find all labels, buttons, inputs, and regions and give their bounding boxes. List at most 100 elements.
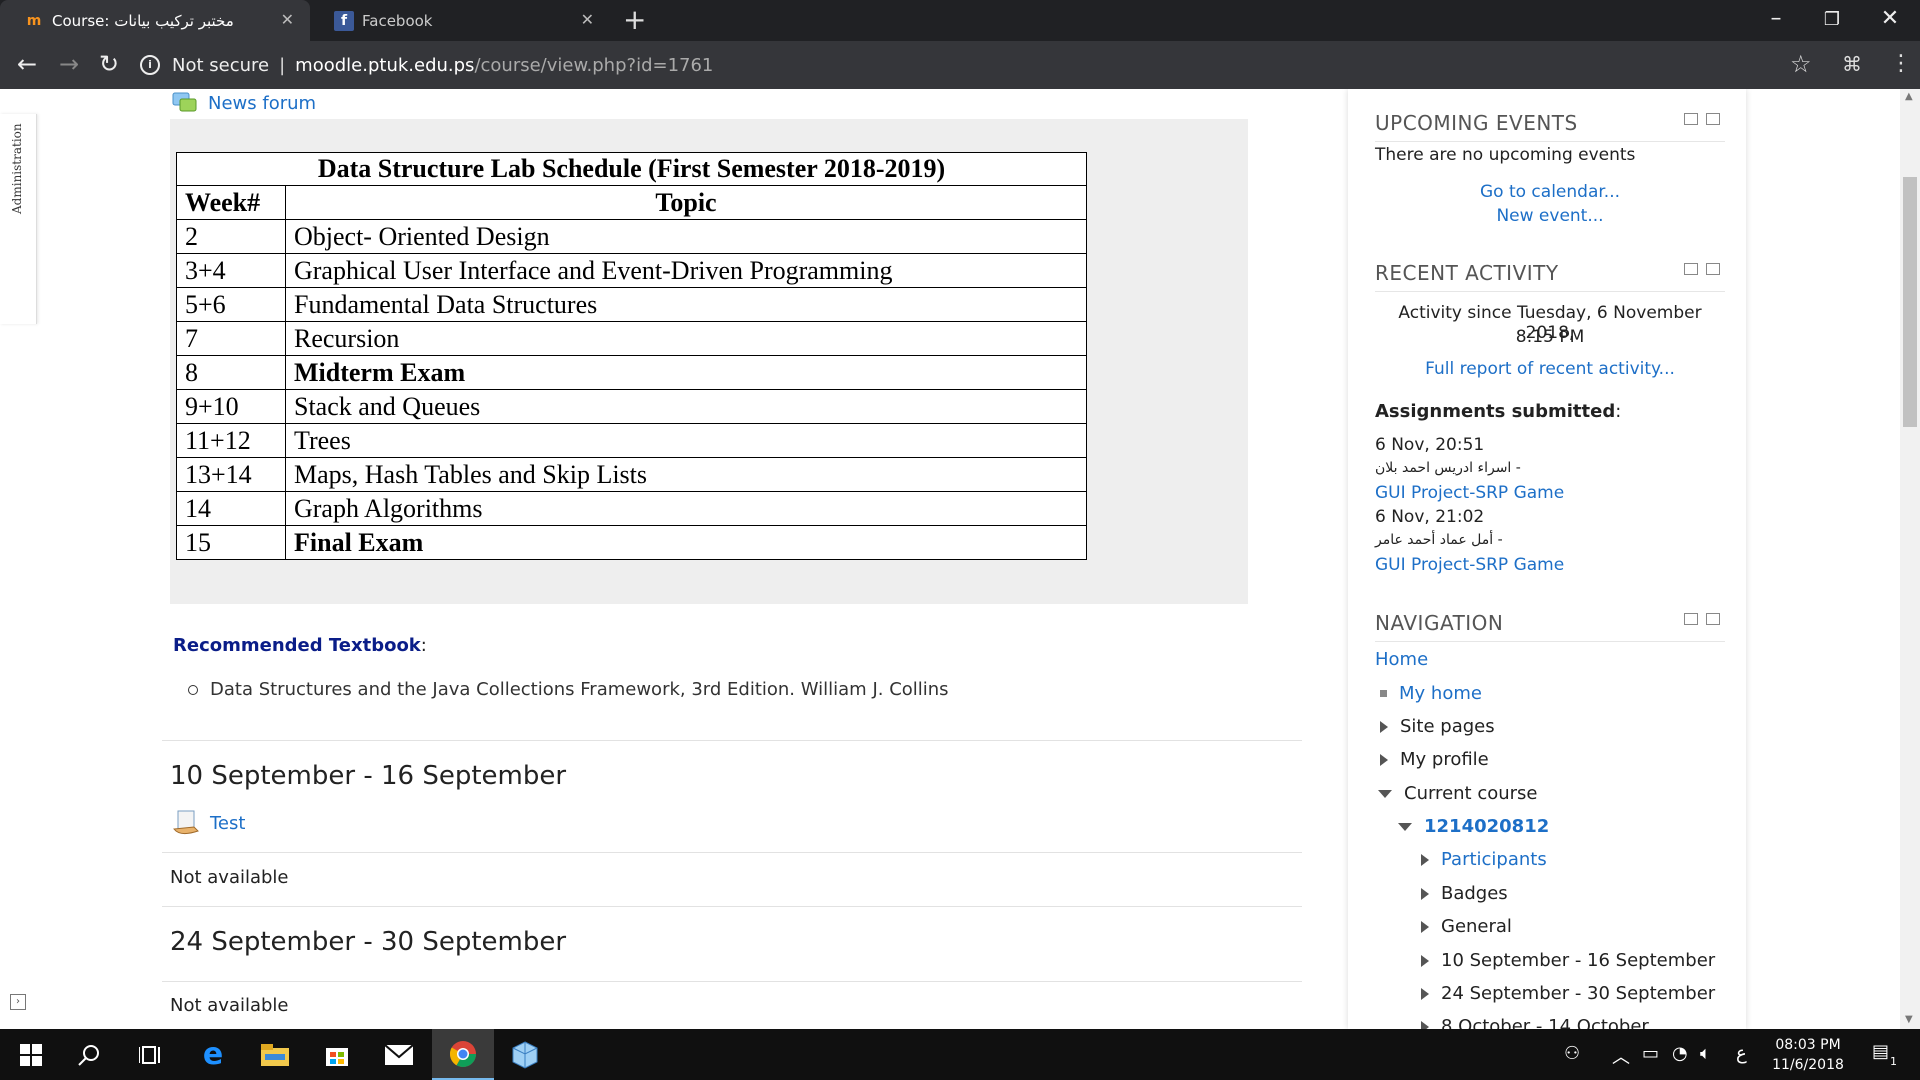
nav-participants-label[interactable]: Participants (1441, 849, 1547, 870)
administration-dock-tab[interactable]: Administration (0, 114, 37, 324)
full-report-link[interactable]: Full report of recent activity... (1375, 359, 1725, 379)
test-activity-link[interactable]: Test (172, 809, 245, 837)
expand-arrow-icon[interactable] (1421, 853, 1429, 866)
show-hidden-icons-icon[interactable]: ︿ (1612, 1043, 1630, 1069)
new-tab-button[interactable]: + (623, 6, 646, 34)
table-row: 3+4 Graphical User Interface and Event-Dr… (176, 253, 1087, 288)
tab-moodle-course[interactable]: m Course: مختبر تركيب بيانات ✕ (0, 0, 310, 41)
action-center-icon[interactable]: ▤ (1872, 1041, 1889, 1062)
test-label[interactable]: Test (210, 813, 245, 834)
wifi-icon[interactable]: ◔ (1672, 1043, 1688, 1064)
nav-site-pages[interactable]: Site pages (1380, 716, 1495, 737)
block-divider (1375, 291, 1725, 292)
dock-block-icon[interactable] (1706, 113, 1720, 125)
close-window-button[interactable]: ✕ (1870, 6, 1910, 31)
volume-icon[interactable]: 🔈︎ (1700, 1043, 1711, 1064)
new-event-link[interactable]: New event... (1375, 206, 1725, 226)
file-explorer-icon[interactable] (244, 1029, 306, 1080)
system-clock[interactable]: 08:03 PM 11/6/2018 (1758, 1035, 1858, 1075)
scroll-up-arrow-icon[interactable]: ▲ (1905, 91, 1913, 102)
topic-cell: Final Exam (285, 525, 1087, 560)
news-forum-link[interactable]: News forum (172, 91, 316, 115)
tab-facebook[interactable]: f Facebook ✕ (310, 0, 610, 41)
edge-browser-icon[interactable]: e (182, 1029, 244, 1080)
nav-course-code[interactable]: 1214020812 (1398, 816, 1549, 837)
mail-icon[interactable] (368, 1029, 430, 1080)
dock-expand-icon[interactable]: › (10, 994, 26, 1010)
menu-dots-icon[interactable]: ⋮ (1890, 51, 1912, 76)
virtualbox-icon[interactable] (494, 1029, 556, 1080)
collapse-arrow-icon[interactable] (1398, 822, 1412, 831)
nav-my-home-label[interactable]: My home (1399, 683, 1482, 704)
tab-title: Course: مختبر تركيب بيانات (52, 11, 234, 30)
topic-cell: Fundamental Data Structures (285, 287, 1087, 322)
chrome-icon[interactable] (432, 1029, 494, 1080)
scrollbar-thumb[interactable] (1903, 177, 1917, 427)
input-language[interactable]: ع (1736, 1043, 1747, 1064)
nav-current-course[interactable]: Current course (1378, 783, 1538, 804)
expand-arrow-icon[interactable] (1421, 987, 1429, 1000)
collapse-block-icon[interactable] (1684, 263, 1698, 275)
topic-cell: Recursion (285, 321, 1087, 356)
expand-arrow-icon[interactable] (1421, 920, 1429, 933)
collapse-block-icon[interactable] (1684, 613, 1698, 625)
facebook-favicon-icon: f (334, 10, 354, 31)
dock-block-icon[interactable] (1706, 263, 1720, 275)
collapse-arrow-icon[interactable] (1378, 789, 1392, 798)
activity-assignment-link[interactable]: GUI Project-SRP Game (1375, 555, 1564, 575)
battery-icon[interactable]: ▭ (1642, 1043, 1659, 1064)
table-row: 2 Object- Oriented Design (176, 219, 1087, 254)
nav-week-2[interactable]: 24 September - 30 September (1421, 983, 1715, 1004)
scroll-down-arrow-icon[interactable]: ▼ (1905, 1014, 1913, 1025)
activity-student-name: أمل عماد أحمد عامر - (1375, 532, 1503, 548)
go-to-calendar-link[interactable]: Go to calendar... (1375, 182, 1725, 202)
nav-badges[interactable]: Badges (1421, 883, 1508, 904)
people-icon[interactable]: ⚇ (1564, 1043, 1580, 1064)
collapse-block-icon[interactable] (1684, 113, 1698, 125)
nav-general[interactable]: General (1421, 916, 1512, 937)
close-tab-icon[interactable]: ✕ (581, 10, 594, 29)
nav-current-course-label: Current course (1404, 783, 1538, 804)
nav-week-3-label: 8 October - 14 October (1441, 1016, 1649, 1029)
minimize-window-button[interactable]: – (1756, 6, 1796, 31)
nav-home-link[interactable]: Home (1375, 649, 1428, 670)
close-tab-icon[interactable]: ✕ (281, 10, 294, 29)
expand-arrow-icon[interactable] (1421, 954, 1429, 967)
availability-note: Not available (170, 995, 289, 1016)
info-icon[interactable]: i (140, 55, 160, 75)
task-view-icon[interactable] (120, 1029, 182, 1080)
extension-icon[interactable]: ⌘ (1842, 52, 1862, 76)
start-windows-icon[interactable] (0, 1029, 62, 1080)
page-viewport: Administration › News forum Data Structu… (0, 89, 1920, 1029)
expand-arrow-icon[interactable] (1421, 1020, 1429, 1029)
activity-since-time: 8:15 PM (1515, 327, 1585, 347)
assignments-submitted-heading: Assignments submitted: (1375, 401, 1622, 422)
dock-block-icon[interactable] (1706, 613, 1720, 625)
nav-my-home[interactable]: My home (1380, 683, 1482, 704)
news-forum-label[interactable]: News forum (208, 93, 316, 114)
nav-course-code-label[interactable]: 1214020812 (1424, 816, 1549, 837)
section-title: 10 September - 16 September (170, 761, 567, 791)
maximize-window-button[interactable]: ❐ (1812, 9, 1852, 30)
expand-arrow-icon[interactable] (1380, 720, 1388, 733)
security-label: Not secure (172, 54, 270, 76)
search-icon[interactable] (58, 1029, 120, 1080)
page-scrollbar[interactable]: ▲ ▼ (1900, 89, 1920, 1029)
nav-my-profile[interactable]: My profile (1380, 749, 1489, 770)
forward-button[interactable]: → (54, 51, 84, 77)
column-header-week: Week# (176, 185, 286, 220)
reload-button[interactable]: ↻ (94, 51, 124, 77)
nav-week-1[interactable]: 10 September - 16 September (1421, 950, 1715, 971)
topic-cell: Graph Algorithms (285, 491, 1087, 526)
availability-note: Not available (170, 867, 289, 888)
expand-arrow-icon[interactable] (1380, 753, 1388, 766)
back-button[interactable]: ← (12, 51, 42, 77)
activity-assignment-link[interactable]: GUI Project-SRP Game (1375, 483, 1564, 503)
expand-arrow-icon[interactable] (1421, 887, 1429, 900)
bookmark-star-icon[interactable]: ☆ (1790, 50, 1812, 78)
nav-week-3[interactable]: 8 October - 14 October (1421, 1016, 1649, 1029)
store-icon[interactable] (306, 1029, 368, 1080)
textbook-text: Data Structures and the Java Collections… (210, 679, 949, 700)
address-bar[interactable]: i Not secure | moodle.ptuk.edu.ps/course… (140, 47, 1780, 83)
nav-participants[interactable]: Participants (1421, 849, 1547, 870)
